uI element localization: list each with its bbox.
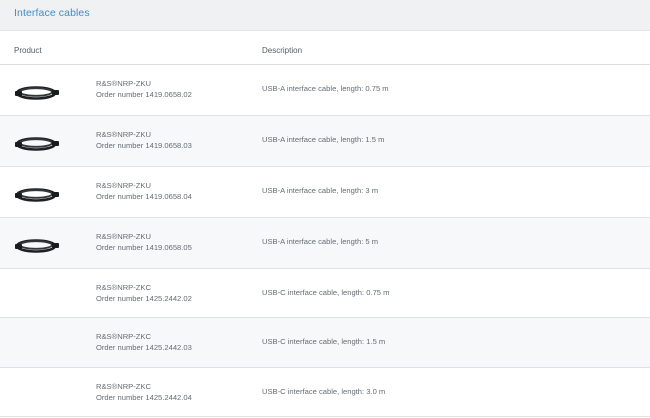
order-number: Order number 1425.2442.04 bbox=[96, 393, 192, 402]
product-name: R&S®NRP-ZKU bbox=[96, 79, 151, 88]
order-number: Order number 1425.2442.03 bbox=[96, 343, 192, 352]
table-row: R&S®NRP-ZKU Order number 1419.0658.02 US… bbox=[0, 65, 650, 116]
product-name: R&S®NRP-ZKC bbox=[96, 283, 151, 292]
product-name: R&S®NRP-ZKC bbox=[96, 382, 151, 391]
product-description: USB-A interface cable, length: 5 m bbox=[262, 237, 379, 246]
product-description: USB-A interface cable, length: 1.5 m bbox=[262, 135, 385, 144]
table-row: R&S®NRP-ZKU Order number 1419.0658.05 US… bbox=[0, 218, 650, 269]
table-row: R&S®NRP-ZKC Order number 1425.2442.03 US… bbox=[0, 318, 650, 368]
section-title[interactable]: Interface cables bbox=[14, 7, 90, 19]
usb-cable-image bbox=[15, 239, 59, 253]
product-description: USB-C interface cable, length: 1.5 m bbox=[262, 337, 386, 346]
product-name: R&S®NRP-ZKU bbox=[96, 181, 151, 190]
product-name: R&S®NRP-ZKC bbox=[96, 332, 151, 341]
table-row: R&S®NRP-ZKC Order number 1425.2442.02 US… bbox=[0, 269, 650, 318]
order-number: Order number 1419.0658.02 bbox=[96, 90, 192, 99]
product-name: R&S®NRP-ZKU bbox=[96, 232, 151, 241]
usb-cable-image bbox=[15, 137, 59, 151]
description-column-header: Description bbox=[262, 46, 303, 55]
product-description: USB-C interface cable, length: 3.0 m bbox=[262, 387, 386, 396]
usb-cable-image bbox=[15, 86, 59, 100]
table-row: R&S®NRP-ZKC Order number 1425.2442.04 US… bbox=[0, 368, 650, 417]
table-row: R&S®NRP-ZKU Order number 1419.0658.03 US… bbox=[0, 116, 650, 167]
order-number: Order number 1425.2442.02 bbox=[96, 294, 192, 303]
table-row: R&S®NRP-ZKU Order number 1419.0658.04 US… bbox=[0, 167, 650, 218]
product-name: R&S®NRP-ZKU bbox=[96, 130, 151, 139]
order-number: Order number 1419.0658.04 bbox=[96, 192, 192, 201]
usb-cable-image bbox=[15, 188, 59, 202]
order-number: Order number 1419.0658.05 bbox=[96, 243, 192, 252]
product-description: USB-A interface cable, length: 3 m bbox=[262, 186, 379, 195]
order-number: Order number 1419.0658.03 bbox=[96, 141, 192, 150]
table-header: Product Description bbox=[0, 31, 650, 65]
product-description: USB-C interface cable, length: 0.75 m bbox=[262, 288, 390, 297]
product-column-header: Product bbox=[14, 46, 42, 55]
section-header: Interface cables bbox=[0, 0, 650, 31]
product-description: USB-A interface cable, length: 0.75 m bbox=[262, 84, 389, 93]
product-table: R&S®NRP-ZKU Order number 1419.0658.02 US… bbox=[0, 65, 650, 417]
